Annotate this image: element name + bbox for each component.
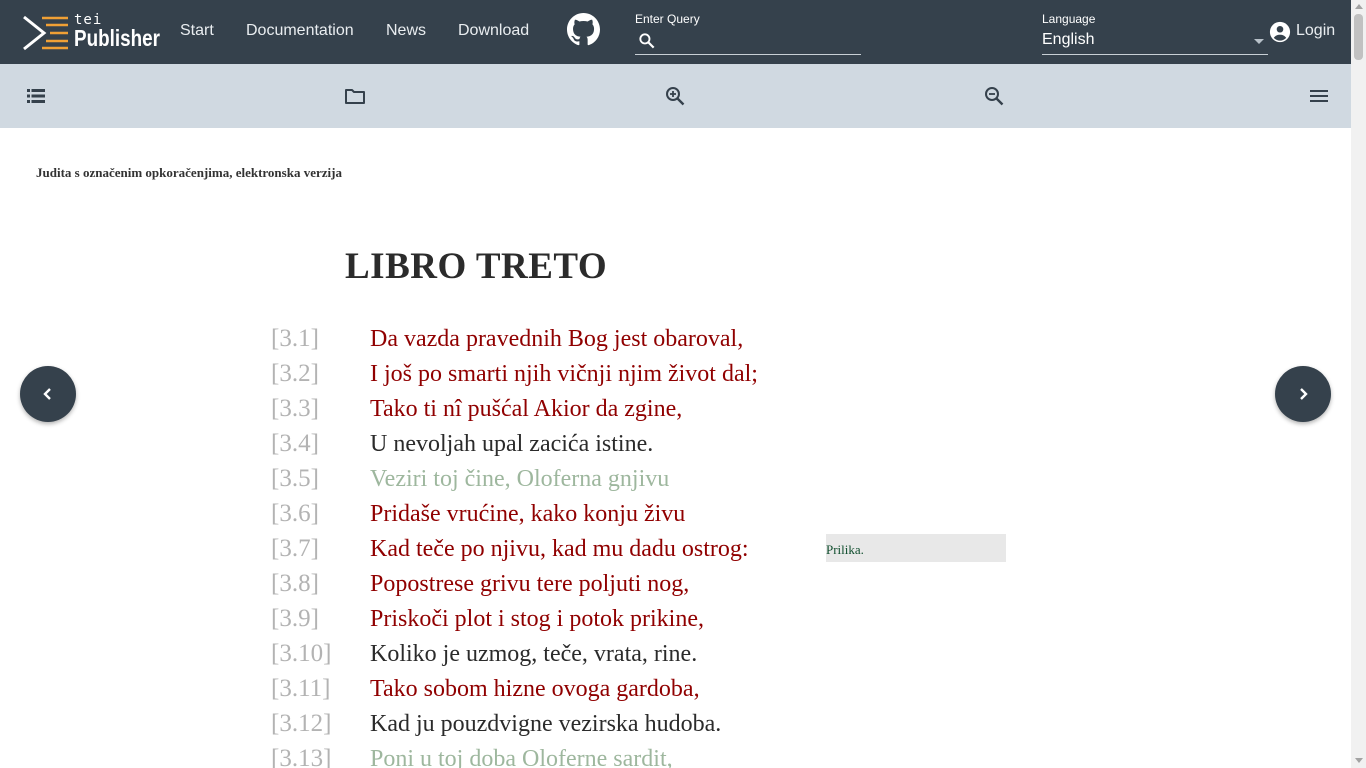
verse-row: [3.11] Tako sobom hizne ovoga gardoba,	[0, 675, 800, 710]
verse-text: Popostrese grivu tere poljuti nog,	[370, 571, 690, 597]
verse-row: [3.1] Da vazda pravednih Bog jest obarova…	[0, 325, 800, 360]
verse-row: [3.10] Koliko je uzmog, teče, vrata, rine…	[0, 640, 800, 675]
language-select[interactable]: Language English	[1042, 12, 1268, 55]
previous-page-button[interactable]	[20, 366, 76, 422]
zoom-out-icon[interactable]	[982, 84, 1006, 108]
nav-link-download[interactable]: Download	[458, 22, 529, 40]
nav-link-start[interactable]: Start	[180, 22, 214, 40]
app-header: tei Publisher Start Documentation News D…	[0, 0, 1351, 64]
logo-text-big: Publisher	[74, 25, 160, 51]
verse-number: [3.4]	[271, 430, 319, 457]
menu-icon[interactable]	[1307, 84, 1331, 108]
github-icon[interactable]	[567, 13, 600, 46]
verse-row: [3.2] I još po smarti njih vičnji njim ži…	[0, 360, 800, 395]
verse-text: Koliko je uzmog, teče, vrata, rine.	[370, 641, 698, 667]
nav-link-news[interactable]: News	[386, 22, 426, 40]
tei-publisher-logo[interactable]: tei Publisher	[22, 12, 160, 53]
chevron-right-icon	[1300, 388, 1308, 400]
scroll-down-arrow-icon[interactable]	[1355, 758, 1363, 763]
toc-icon[interactable]	[24, 84, 48, 108]
verse-number: [3.13]	[271, 745, 332, 768]
margin-note-text: Prilika.	[826, 542, 864, 557]
chevron-left-icon	[43, 388, 51, 400]
verse-text: Da vazda pravednih Bog jest obaroval,	[370, 326, 744, 352]
verse-row: [3.3] Tako ti nî pušćal Akior da zgine,	[0, 395, 800, 430]
language-value: English	[1042, 31, 1095, 48]
verse-row: [3.9] Priskoči plot i stog i potok prikin…	[0, 605, 800, 640]
verse-number: [3.2]	[271, 360, 319, 387]
verse-number: [3.10]	[271, 640, 332, 667]
margin-note: Prilika.	[826, 534, 1006, 562]
verse-number: [3.3]	[271, 395, 319, 422]
verse-text: Poni u toj doba Oloferne sardit,	[370, 746, 673, 768]
verse-number: [3.6]	[271, 500, 319, 527]
verse-row: [3.8] Popostrese grivu tere poljuti nog,	[0, 570, 800, 605]
language-label: Language	[1042, 12, 1096, 26]
verse-number: [3.8]	[271, 570, 319, 597]
zoom-in-icon[interactable]	[663, 84, 687, 108]
verse-text: Kad ju pouzdvigne vezirska hudoba.	[370, 711, 722, 737]
verse-text: Veziri toj čine, Oloferna gnjivu	[370, 466, 670, 492]
verse-number: [3.7]	[271, 535, 319, 562]
account-circle-icon	[1269, 21, 1291, 43]
query-label: Enter Query	[635, 12, 700, 26]
verse-number: [3.11]	[271, 675, 331, 702]
verse-text: I još po smarti njih vičnji njim život d…	[370, 361, 758, 387]
verse-row: [3.4] U nevoljah upal zacića istine.	[0, 430, 800, 465]
toolbar	[0, 64, 1351, 128]
verse-row: [3.13] Poni u toj doba Oloferne sardit,	[0, 745, 800, 768]
query-field: Enter Query	[635, 12, 861, 55]
logo-mark-icon	[23, 15, 68, 51]
search-input[interactable]	[663, 29, 859, 53]
verse-row: [3.6] Pridaše vrućine, kako konju živu	[0, 500, 800, 535]
verse-row: [3.7] Kad teče po njivu, kad mu dadu ostr…	[0, 535, 800, 570]
verse-text: U nevoljah upal zacića istine.	[370, 431, 654, 457]
next-page-button[interactable]	[1275, 366, 1331, 422]
verse-number: [3.5]	[271, 465, 319, 492]
verse-text: Kad teče po njivu, kad mu dadu ostrog:	[370, 536, 749, 562]
verse-text: Pridaše vrućine, kako konju živu	[370, 501, 686, 527]
nav-link-documentation[interactable]: Documentation	[246, 22, 354, 40]
verse-text: Tako ti nî pušćal Akior da zgine,	[370, 396, 683, 422]
scroll-up-arrow-icon[interactable]	[1355, 4, 1363, 9]
login-label: Login	[1296, 22, 1336, 39]
verse-number: [3.12]	[271, 710, 332, 737]
verse-number: [3.9]	[271, 605, 319, 632]
search-icon[interactable]	[637, 31, 657, 51]
chapter-heading: LIBRO TRETO	[345, 246, 608, 287]
dropdown-caret-icon	[1254, 39, 1264, 44]
page-scrollbar[interactable]	[1351, 0, 1366, 768]
verse-row: [3.12] Kad ju pouzdvigne vezirska hudoba.	[0, 710, 800, 745]
document-title: Judita s označenim opkoračenjima, elektr…	[36, 165, 342, 180]
verse-number: [3.1]	[271, 325, 319, 352]
verse-text: Priskoči plot i stog i potok prikine,	[370, 606, 704, 632]
folder-icon[interactable]	[343, 84, 367, 108]
verse-row: [3.5] Veziri toj čine, Oloferna gnjivu	[0, 465, 800, 500]
scroll-thumb[interactable]	[1354, 14, 1363, 60]
verse-text: Tako sobom hizne ovoga gardoba,	[370, 676, 700, 702]
